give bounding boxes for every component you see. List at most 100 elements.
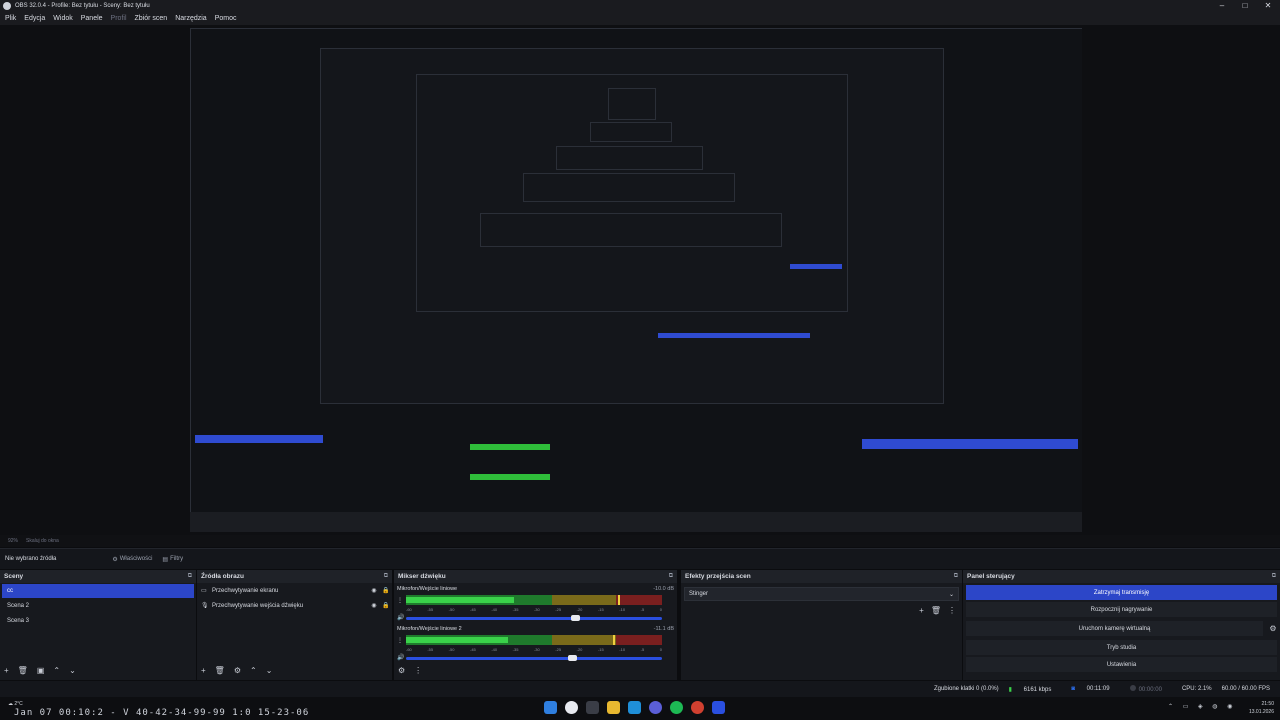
menu-help[interactable]: Pomoc xyxy=(215,15,237,22)
transition-select[interactable]: Stinger ⌄ xyxy=(684,587,959,601)
nested-scene-selected xyxy=(195,435,323,443)
fit-mode[interactable]: Skaluj do okna xyxy=(26,538,59,544)
undock-icon[interactable]: ⧉ xyxy=(188,573,192,580)
meter-level xyxy=(406,637,509,643)
lock-icon[interactable]: 🔒 xyxy=(380,587,392,594)
monitor-icon: ▭ xyxy=(201,588,207,594)
sources-dock-header: Źródła obrazu ⧉ xyxy=(197,570,392,583)
transition-value: Stinger xyxy=(689,591,709,597)
undock-icon[interactable]: ⧉ xyxy=(669,573,673,580)
chrome-icon[interactable] xyxy=(691,701,704,714)
undock-icon[interactable]: ⧉ xyxy=(384,573,388,580)
add-icon[interactable]: + xyxy=(201,666,206,675)
volume-slider[interactable] xyxy=(406,615,662,621)
file-explorer-icon[interactable] xyxy=(607,701,620,714)
properties-button[interactable]: ⚙ Właściwości xyxy=(112,556,152,563)
weather-icon: ☁ xyxy=(8,701,13,707)
sources-dock: Źródła obrazu ⧉ ▭ Przechwytywanie ekranu… xyxy=(197,570,393,680)
maximize-button[interactable]: □ xyxy=(1234,0,1256,11)
add-icon[interactable]: + xyxy=(919,606,924,615)
sources-title: Źródła obrazu xyxy=(201,573,244,580)
scene-item[interactable]: Scena 2 xyxy=(2,599,194,613)
stop-stream-button[interactable]: Zatrzymaj transmisję xyxy=(966,585,1277,600)
obs-taskbar-icon[interactable] xyxy=(712,701,725,714)
undock-icon[interactable]: ⧉ xyxy=(954,573,958,580)
meter-level xyxy=(406,597,514,603)
clock[interactable]: 21:50 13.01.2026 xyxy=(1249,700,1274,716)
mixer-channel: Mikrofon/Wejście liniowe -10.0 dB ⋮ -60-… xyxy=(394,583,677,623)
kebab-menu-icon[interactable]: ⋮ xyxy=(948,606,956,615)
filter-icon[interactable]: ▣ xyxy=(37,666,45,675)
chevron-down-icon[interactable]: ⌄ xyxy=(69,666,76,675)
source-item[interactable]: 🎙 Przechwytywanie wejścia dźwięku ◉ 🔒 xyxy=(197,598,392,613)
zoom-level[interactable]: 92% xyxy=(8,538,18,544)
task-view-icon[interactable] xyxy=(586,701,599,714)
start-recording-button[interactable]: Rozpocznij nagrywanie xyxy=(966,602,1277,617)
trash-icon[interactable]: 🗑 xyxy=(18,666,28,675)
gear-icon[interactable]: ⚙ xyxy=(234,666,241,675)
kebab-menu-icon[interactable]: ⋮ xyxy=(397,637,403,644)
chevron-up-icon[interactable]: ⌃ xyxy=(250,666,257,675)
scene-item[interactable]: Scena 3 xyxy=(2,614,194,628)
kebab-menu-icon[interactable]: ⋮ xyxy=(397,597,403,604)
channel-name: Mikrofon/Wejście liniowe xyxy=(397,586,458,592)
close-button[interactable]: ✕ xyxy=(1257,0,1279,11)
menu-bar: Plik Edycja Widok Panele Profil Zbiór sc… xyxy=(0,11,1280,25)
kebab-menu-icon[interactable]: ⋮ xyxy=(414,666,422,675)
nested-window-4 xyxy=(480,213,782,247)
studio-mode-button[interactable]: Tryb studia xyxy=(966,640,1277,655)
scenes-dock-header: Sceny ⧉ xyxy=(0,570,196,583)
menu-profile[interactable]: Profil xyxy=(111,15,127,22)
slider-knob[interactable] xyxy=(570,615,580,621)
menu-file[interactable]: Plik xyxy=(5,15,16,22)
undock-icon[interactable]: ⧉ xyxy=(1272,573,1276,580)
trash-icon[interactable]: 🗑 xyxy=(215,666,225,675)
discord-icon[interactable] xyxy=(649,701,662,714)
search-icon[interactable] xyxy=(565,701,578,714)
gear-icon[interactable]: ⚙ xyxy=(1266,624,1280,633)
trash-icon[interactable]: 🗑 xyxy=(931,606,941,615)
minimize-button[interactable]: – xyxy=(1211,0,1233,11)
add-icon[interactable]: + xyxy=(4,666,9,675)
edge-icon[interactable] xyxy=(628,701,641,714)
nested-meter-2 xyxy=(470,474,550,480)
meter-ticks: -60 -55 -50 -45 -40 -35 -30 -25 -20 -15 -10 -5 0 xyxy=(406,647,662,652)
system-tray-icons[interactable]: ⌃ ▭ ◈ ◍ ◉ xyxy=(1168,703,1236,710)
filters-button[interactable]: ▤ Filtry xyxy=(162,556,183,563)
docks-row: Sceny ⧉ cc Scena 2 Scena 3 + 🗑 ▣ ⌃ ⌄ Źró… xyxy=(0,570,1280,680)
scenes-toolbar: + 🗑 ▣ ⌃ ⌄ xyxy=(0,664,76,676)
eye-icon[interactable]: ◉ xyxy=(368,602,380,609)
volume-slider[interactable] xyxy=(406,655,662,661)
transitions-title: Efekty przejścia scen xyxy=(685,573,751,580)
dropped-frames: Zgubione klatki 0 (0.0%) xyxy=(933,686,999,692)
menu-scene-collection[interactable]: Zbiór scen xyxy=(135,15,168,22)
virtual-camera-button[interactable]: Uruchom kamerę wirtualną xyxy=(966,621,1263,636)
nested-window-8 xyxy=(608,88,656,120)
menu-edit[interactable]: Edycja xyxy=(24,15,45,22)
settings-button[interactable]: Ustawienia xyxy=(966,657,1277,672)
eye-icon[interactable]: ◉ xyxy=(368,587,380,594)
lock-icon[interactable]: 🔒 xyxy=(380,602,392,609)
menu-docks[interactable]: Panele xyxy=(81,15,103,22)
microphone-icon: 🎙 xyxy=(201,603,209,609)
chevron-down-icon: ⌄ xyxy=(948,591,954,598)
slider-knob[interactable] xyxy=(568,655,578,661)
gear-icon[interactable]: ⚙ xyxy=(398,666,405,675)
chevron-down-icon[interactable]: ⌄ xyxy=(266,666,273,675)
preview-zoom-row: 92% Skaluj do okna xyxy=(0,535,1280,547)
menu-view[interactable]: Widok xyxy=(53,15,72,22)
windows-start-icon[interactable] xyxy=(544,701,557,714)
chevron-up-icon[interactable]: ⌃ xyxy=(53,666,60,675)
weather-widget[interactable]: ☁ 2°C xyxy=(8,701,23,707)
source-item[interactable]: ▭ Przechwytywanie ekranu ◉ 🔒 xyxy=(197,583,392,598)
scene-item[interactable]: cc xyxy=(2,584,194,598)
weather-temp: 2°C xyxy=(14,701,23,707)
speaker-icon[interactable]: 🔊 xyxy=(397,614,404,621)
clock-time: 21:50 xyxy=(1261,701,1274,707)
preview-canvas[interactable] xyxy=(190,28,1082,532)
speaker-icon[interactable]: 🔊 xyxy=(397,654,404,661)
menu-tools[interactable]: Narzędzia xyxy=(175,15,207,22)
nested-window-6 xyxy=(556,146,703,170)
volume-meter xyxy=(406,595,662,605)
spotify-icon[interactable] xyxy=(670,701,683,714)
